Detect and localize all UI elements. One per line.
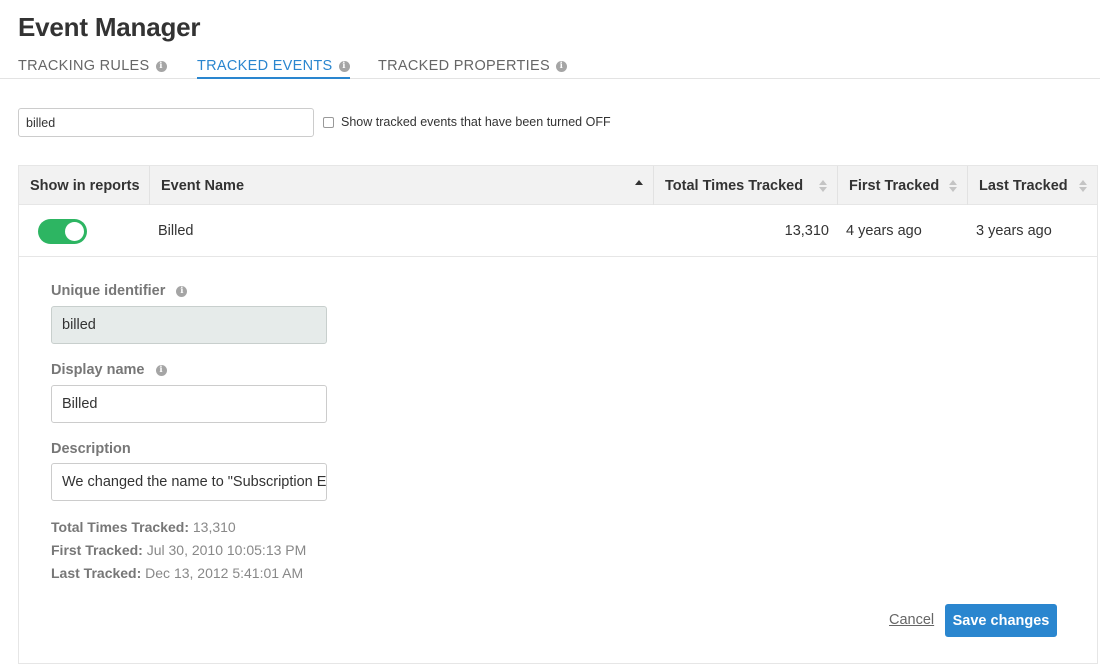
display-name-label: Display name i xyxy=(51,362,167,378)
events-table: Show in reports Event Name Total Times T… xyxy=(18,165,1098,664)
table-header: Show in reports Event Name Total Times T… xyxy=(18,165,1098,206)
sort-icon xyxy=(819,180,827,192)
page-title: Event Manager xyxy=(18,12,201,42)
description-field[interactable]: We changed the name to "Subscription E xyxy=(51,463,327,501)
toggle-knob xyxy=(65,222,84,241)
stat-total-times-tracked: Total Times Tracked: 13,310 xyxy=(51,519,236,535)
display-name-field[interactable]: Billed xyxy=(51,385,327,423)
tab-tracked-properties[interactable]: TRACKED PROPERTIES i xyxy=(378,58,567,79)
stat-last-tracked: Last Tracked: Dec 13, 2012 5:41:01 AM xyxy=(51,565,304,581)
save-changes-button[interactable]: Save changes xyxy=(945,604,1057,637)
info-icon[interactable]: i xyxy=(155,365,167,376)
description-label: Description xyxy=(51,441,131,457)
sort-icon xyxy=(1079,180,1087,192)
show-in-reports-toggle[interactable] xyxy=(38,219,87,244)
cancel-link[interactable]: Cancel xyxy=(889,612,934,628)
info-icon[interactable]: i xyxy=(338,61,350,72)
column-header-first-tracked[interactable]: First Tracked xyxy=(838,166,968,206)
event-name-cell: Billed xyxy=(158,223,194,239)
column-label: Total Times Tracked xyxy=(665,178,804,194)
column-label: Show in reports xyxy=(30,178,140,194)
column-label: Event Name xyxy=(161,178,245,194)
event-detail-panel: Unique identifier i billed Display name … xyxy=(18,257,1098,664)
show-off-events-label: Show tracked events that have been turne… xyxy=(341,115,611,129)
unique-identifier-field: billed xyxy=(51,306,327,344)
column-label: Last Tracked xyxy=(979,178,1068,194)
show-off-events-checkbox[interactable] xyxy=(323,116,334,128)
info-icon[interactable]: i xyxy=(155,61,167,72)
sort-icon xyxy=(949,180,957,192)
column-header-event-name[interactable]: Event Name xyxy=(150,166,654,206)
column-label: First Tracked xyxy=(849,178,940,194)
last-tracked-cell: 3 years ago xyxy=(976,223,1052,239)
first-tracked-cell: 4 years ago xyxy=(846,223,922,239)
tab-label: TRACKED EVENTS xyxy=(197,58,333,74)
column-header-show-in-reports: Show in reports xyxy=(19,166,150,206)
info-icon[interactable]: i xyxy=(555,61,567,72)
show-off-events-option[interactable]: Show tracked events that have been turne… xyxy=(323,115,611,129)
tab-tracking-rules[interactable]: TRACKING RULES i xyxy=(18,58,167,79)
total-times-tracked-cell: 13,310 xyxy=(784,223,829,239)
stat-first-tracked: First Tracked: Jul 30, 2010 10:05:13 PM xyxy=(51,542,307,558)
tab-bar: TRACKING RULES i TRACKED EVENTS i TRACKE… xyxy=(0,56,1100,79)
info-icon[interactable]: i xyxy=(176,286,188,297)
sort-ascending-icon xyxy=(635,180,643,192)
column-header-last-tracked[interactable]: Last Tracked xyxy=(968,166,1097,206)
tab-tracked-events[interactable]: TRACKED EVENTS i xyxy=(197,58,350,79)
unique-identifier-label: Unique identifier i xyxy=(51,283,188,299)
tab-label: TRACKING RULES xyxy=(18,58,150,74)
table-row[interactable]: Billed 13,310 4 years ago 3 years ago xyxy=(18,205,1098,257)
column-header-total-times-tracked[interactable]: Total Times Tracked xyxy=(654,166,838,206)
tab-label: TRACKED PROPERTIES xyxy=(378,58,550,74)
event-filter-input[interactable] xyxy=(18,108,314,137)
